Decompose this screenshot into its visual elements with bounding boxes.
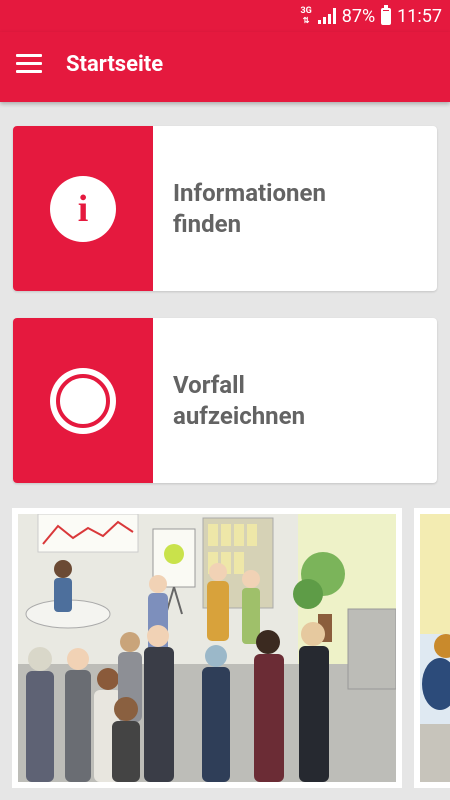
status-bar: 3G ⇅ 87% 11:57 [0, 0, 450, 32]
network-indicator: 3G ⇅ [300, 6, 312, 26]
app-bar: Startseite [0, 32, 450, 102]
battery-percent: 87% [341, 5, 376, 27]
illustration-image [18, 514, 396, 782]
clock: 11:57 [397, 5, 442, 27]
signal-icon [317, 8, 336, 24]
card-accent: i [13, 126, 153, 291]
record-icon [50, 368, 116, 434]
partial-illustration[interactable] [414, 508, 450, 788]
card-label: Informationen finden [173, 179, 326, 238]
card-accent [13, 318, 153, 483]
find-information-card[interactable]: i Informationen finden [13, 126, 437, 291]
info-icon: i [50, 176, 116, 242]
battery-icon [381, 4, 392, 25]
card-label: Vorfall aufzeichnen [173, 371, 306, 430]
menu-icon[interactable] [16, 54, 42, 78]
record-incident-card[interactable]: Vorfall aufzeichnen [13, 318, 437, 483]
page-title: Startseite [66, 52, 164, 77]
office-party-illustration[interactable] [12, 508, 402, 788]
illustration-image [420, 514, 450, 782]
